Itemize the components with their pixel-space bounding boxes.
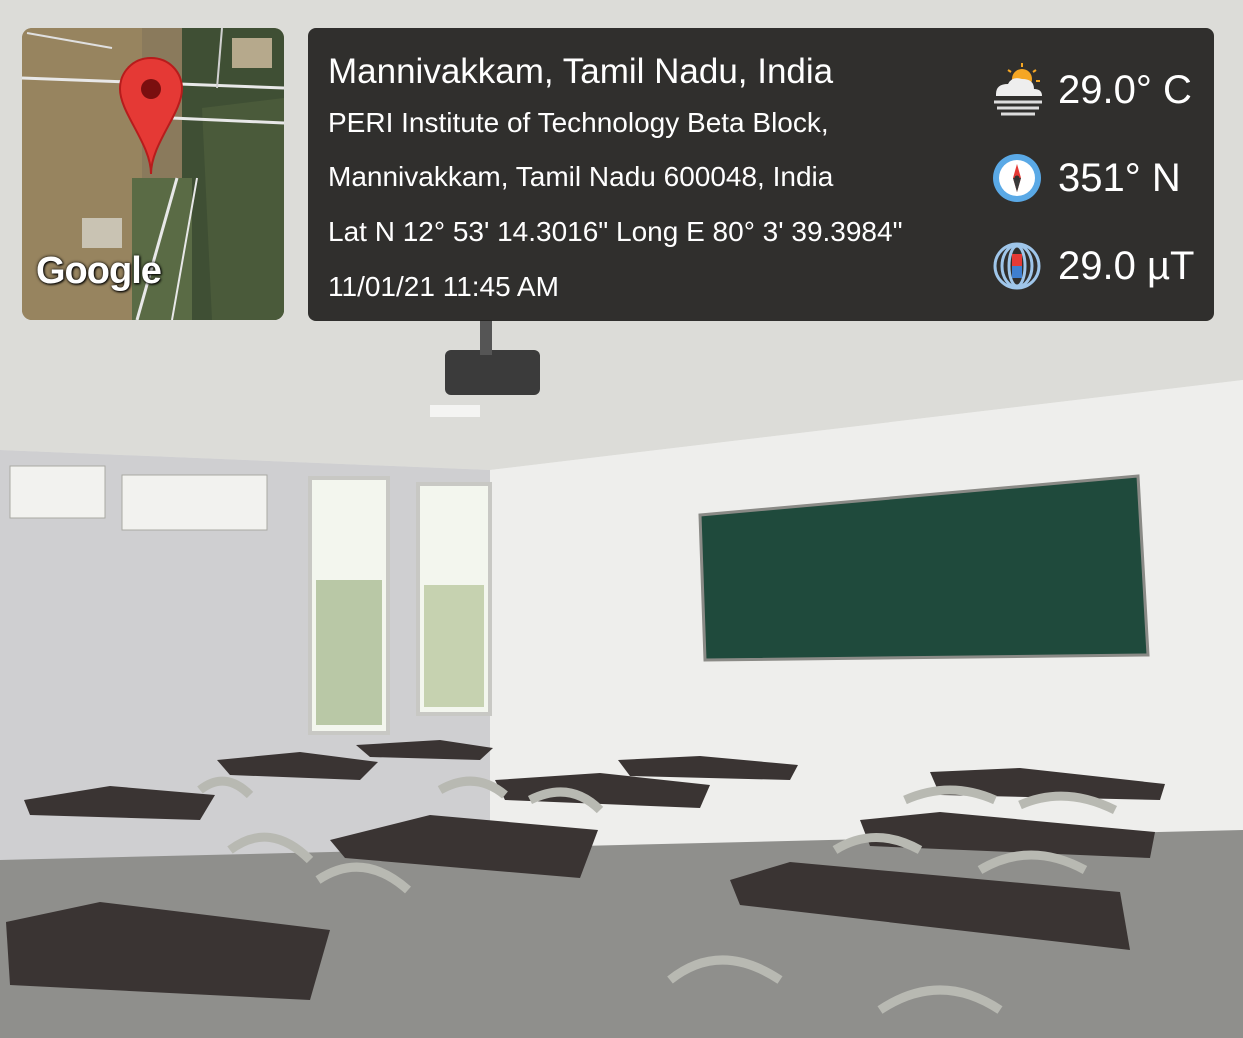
google-logo: Google [36,250,162,292]
magnetic-value: 29.0 µT [1058,243,1195,288]
magnetic-field-icon [988,238,1046,294]
location-pin-icon [118,56,184,175]
compass-icon [988,150,1046,206]
magnetic-readout: 29.0 µT [988,238,1194,294]
map-thumbnail[interactable]: Google [22,28,284,320]
address-line-2: Mannivakkam, Tamil Nadu 600048, India [328,161,834,192]
temperature-readout: 29.0° C [988,62,1192,118]
address-line-1: PERI Institute of Technology Beta Block, [328,107,829,138]
geotag-info-panel: Mannivakkam, Tamil Nadu, India PERI Inst… [308,28,1214,321]
temperature-value: 29.0° C [1058,67,1192,112]
datetime: 11/01/21 11:45 AM [328,271,559,302]
heading-value: 351° N [1058,155,1181,200]
heading-readout: 351° N [988,150,1181,206]
location-title: Mannivakkam, Tamil Nadu, India [328,52,834,91]
coordinates: Lat N 12° 53' 14.3016" Long E 80° 3' 39.… [328,216,903,247]
weather-sun-cloud-icon [988,62,1046,118]
